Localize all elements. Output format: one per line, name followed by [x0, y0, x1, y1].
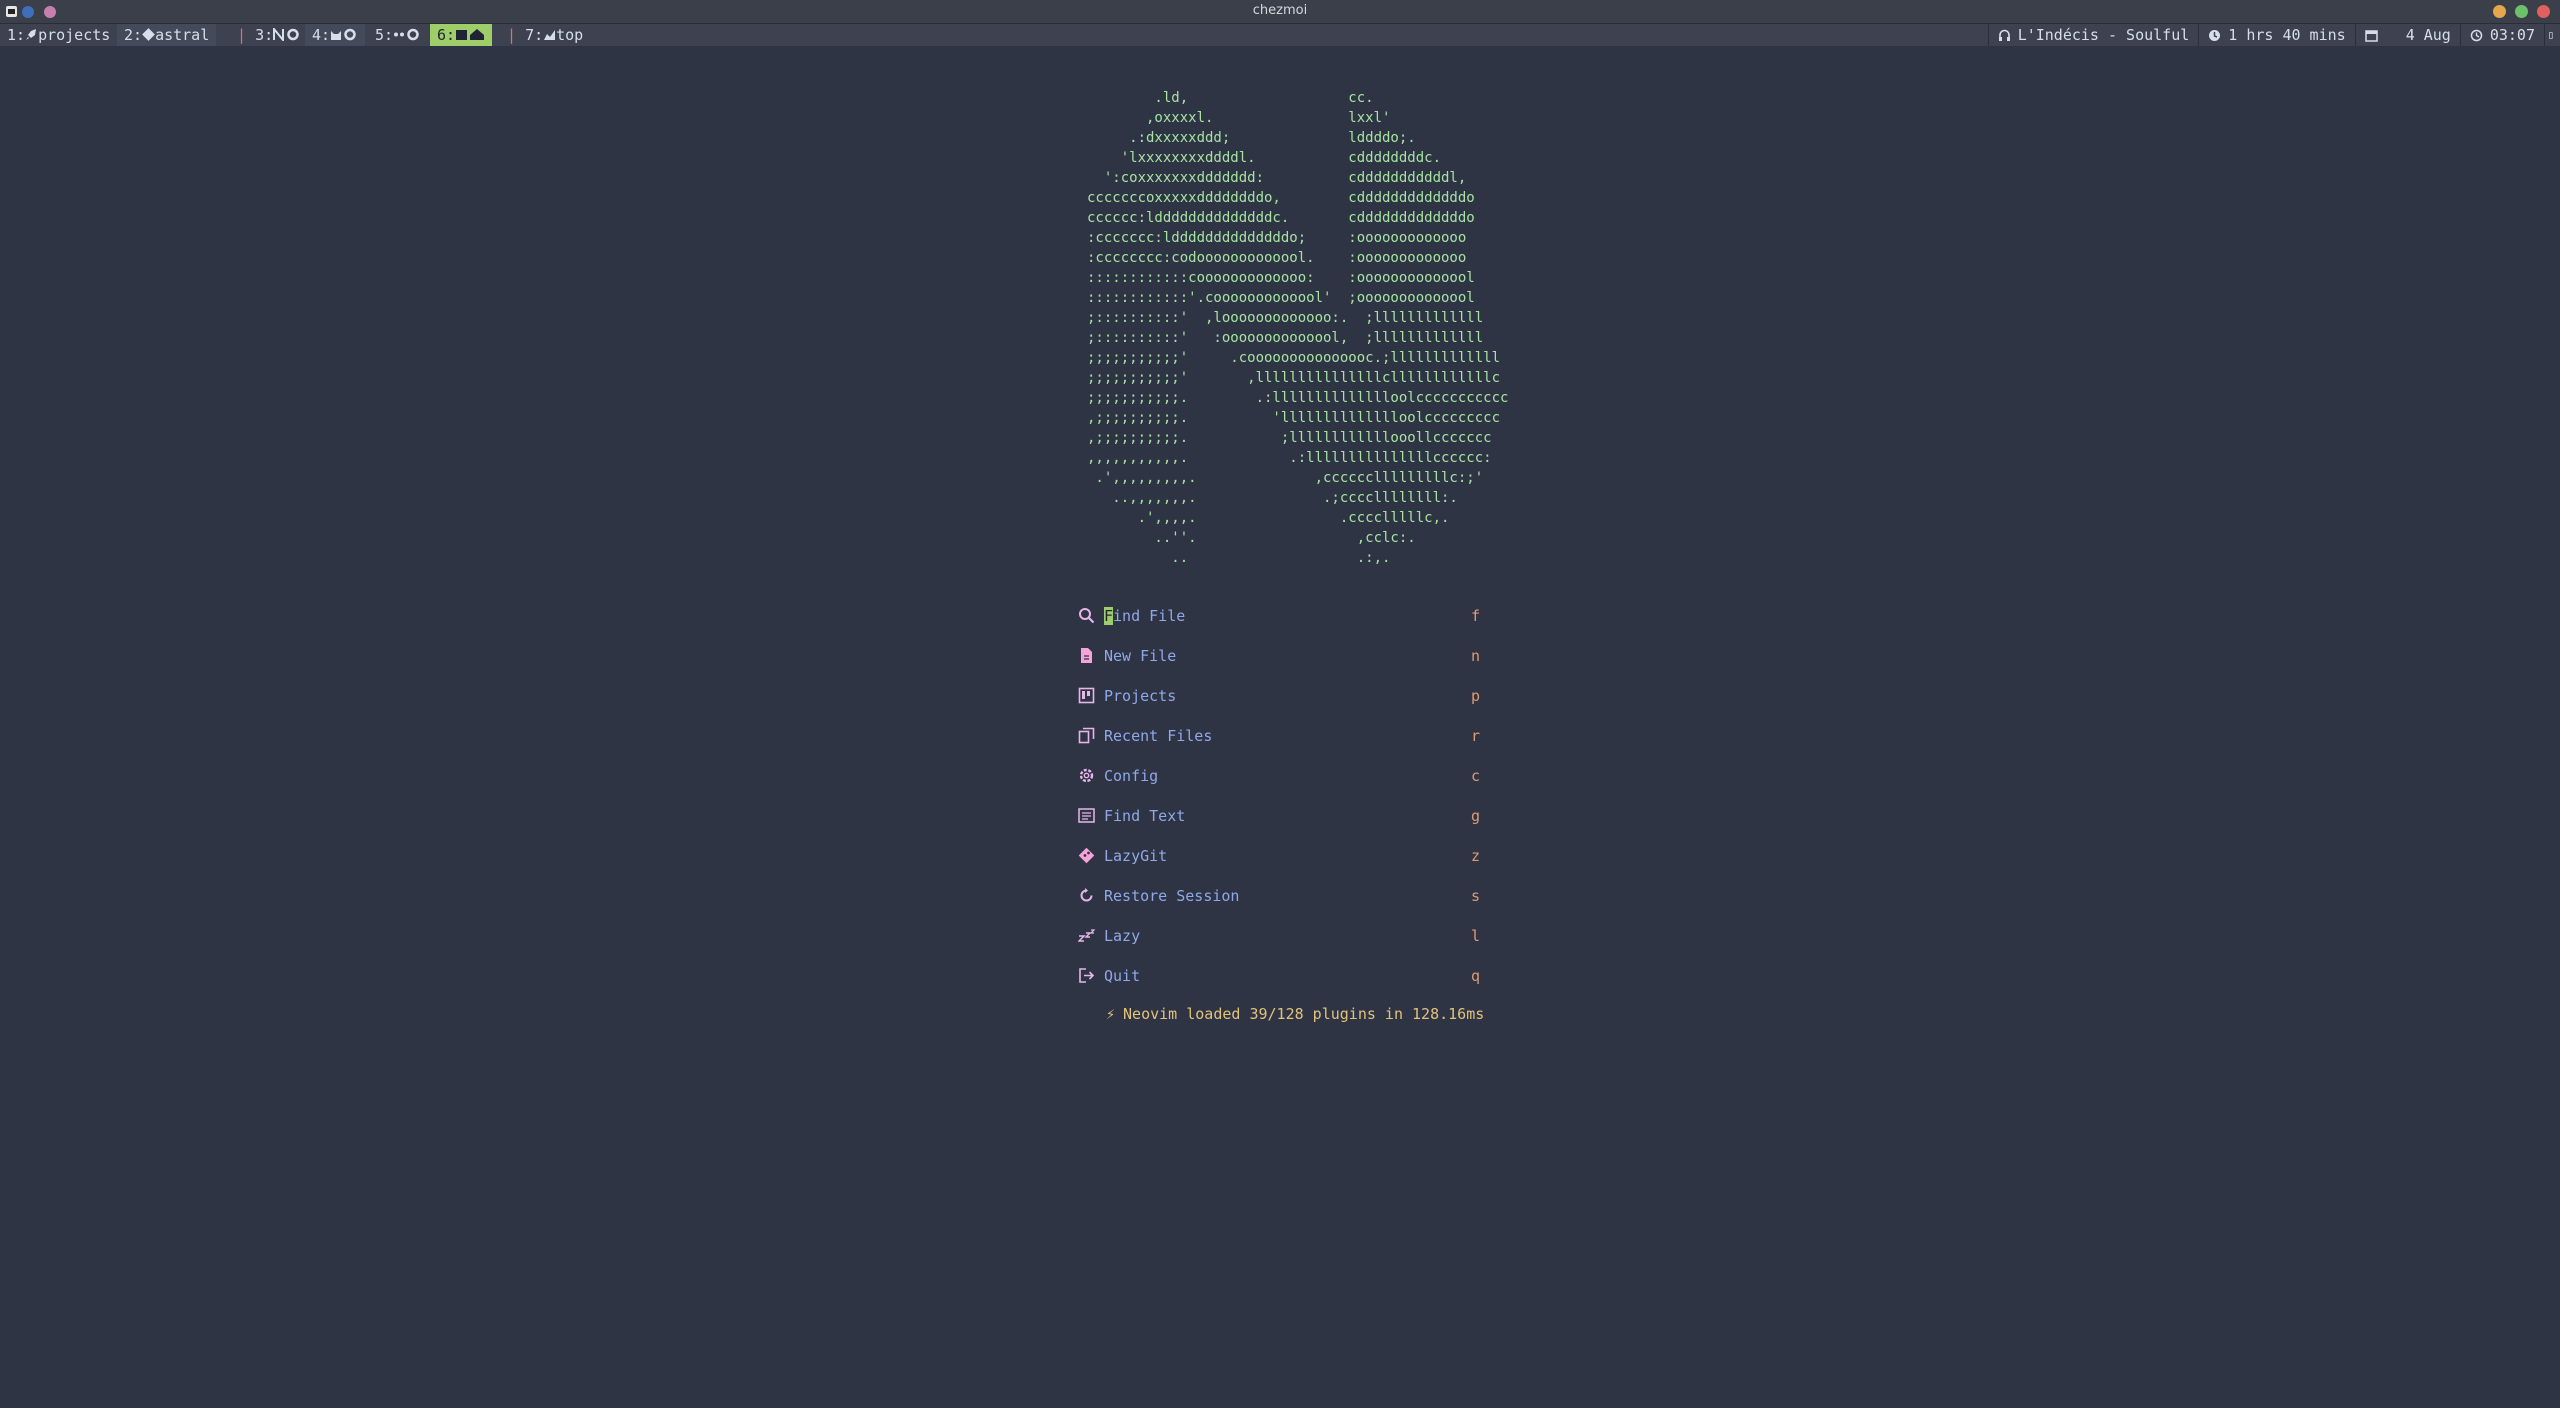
status-right: L'Indécis - Soulful 1 hrs 40 mins 4 Aug …	[1987, 24, 2560, 46]
menu-key: l	[1470, 927, 1480, 945]
menu-key: r	[1470, 727, 1480, 745]
menu-projects[interactable]: Projects p	[1078, 685, 1480, 725]
find-text-icon	[1078, 808, 1095, 823]
menu-find-file[interactable]: Find File f	[1078, 605, 1480, 645]
chart-icon	[544, 30, 556, 40]
neovim-gear-icon	[273, 26, 299, 43]
menu-key: z	[1470, 847, 1480, 865]
rocket-icon	[26, 29, 37, 40]
exit-icon	[1079, 968, 1095, 983]
workspace-3[interactable]: | 3:	[230, 24, 308, 46]
recent-files-icon	[1078, 727, 1095, 744]
dashboard-menu: Find File f New File n Projects p Recent…	[1078, 605, 1480, 1005]
menu-find-text[interactable]: Find Text g	[1078, 805, 1480, 845]
search-icon	[1079, 608, 1095, 624]
battery-segment	[2544, 24, 2560, 46]
dots-gear-icon	[394, 28, 419, 41]
workspace-7[interactable]: | 7: top	[500, 24, 590, 46]
git-icon	[1078, 847, 1095, 864]
menu-label: Restore Session	[1104, 887, 1240, 905]
neovim-ascii-logo: .ld, cc. ,oxxxxl. lxxl' .:dxxxxxddd; ldd…	[1087, 90, 1509, 566]
menu-key: q	[1470, 967, 1480, 985]
menu-restore-session[interactable]: Restore Session s	[1078, 885, 1480, 925]
clock-icon	[2470, 29, 2483, 41]
menu-key: s	[1470, 887, 1480, 905]
uptime-icon	[2209, 29, 2221, 41]
menu-new-file[interactable]: New File n	[1078, 645, 1480, 685]
lightning-icon: ⚡	[1106, 1005, 1116, 1023]
git-icon	[142, 28, 155, 41]
file-icon	[1081, 648, 1092, 663]
workspace-6[interactable]: 6:	[430, 24, 493, 46]
projects-icon	[1078, 687, 1095, 704]
maximize-button[interactable]	[2515, 5, 2528, 18]
menu-key: c	[1470, 767, 1480, 785]
menu-label: Recent Files	[1104, 727, 1213, 745]
date-segment: 4 Aug	[2354, 24, 2460, 46]
menu-label: LazyGit	[1104, 847, 1168, 865]
menu-lazygit[interactable]: LazyGit z	[1078, 845, 1480, 885]
cat-gear-icon	[331, 28, 356, 41]
workspace-1[interactable]: 1: projects	[0, 24, 117, 46]
menu-label: Lazy	[1104, 927, 1141, 945]
menu-label: Projects	[1104, 687, 1177, 705]
battery-icon	[2549, 31, 2553, 39]
calendar-icon	[2364, 29, 2378, 42]
startup-stats: ⚡ Neovim loaded 39/128 plugins in 128.16m…	[1106, 1005, 1484, 1023]
home-icon	[456, 29, 485, 40]
tmux-status-bar: 1: projects 2: astral | 3: 4: 5: 6: | 7: to…	[0, 24, 2560, 46]
menu-recent-files[interactable]: Recent Files r	[1078, 725, 1480, 765]
terminal-cursor: F	[1104, 607, 1114, 625]
workspace-5[interactable]: 5:	[368, 24, 428, 46]
menu-lazy[interactable]: Lazy l	[1078, 925, 1480, 965]
gear-icon	[1079, 768, 1094, 783]
menu-label: New File	[1104, 647, 1177, 665]
startup-stats-text: Neovim loaded 39/128 plugins in 128.16ms	[1123, 1005, 1485, 1023]
minimize-button[interactable]	[2493, 5, 2506, 18]
music-segment[interactable]: L'Indécis - Soulful	[1987, 24, 2199, 46]
menu-key: f	[1470, 607, 1480, 625]
menu-quit[interactable]: Quit q	[1078, 965, 1480, 1005]
menu-label: Quit	[1104, 967, 1141, 985]
uptime-segment: 1 hrs 40 mins	[2198, 24, 2354, 46]
window-titlebar: chezmoi	[0, 0, 2560, 24]
menu-key: n	[1470, 647, 1480, 665]
window-title: chezmoi	[1252, 3, 1308, 18]
close-button[interactable]	[2537, 5, 2550, 18]
workspace-2[interactable]: 2: astral	[117, 24, 217, 46]
menu-label: Config	[1104, 767, 1159, 785]
time-segment: 03:07	[2459, 24, 2544, 46]
restore-icon	[1080, 888, 1093, 902]
menu-config[interactable]: Config c	[1078, 765, 1480, 805]
menu-label: Find Text	[1104, 807, 1186, 825]
menu-label: Find File	[1104, 607, 1186, 625]
headphones-icon	[1998, 29, 2010, 41]
workspace-4[interactable]: 4:	[305, 24, 366, 46]
menu-key: p	[1470, 687, 1480, 705]
menu-key: g	[1470, 807, 1480, 825]
sleep-icon	[1078, 929, 1095, 942]
